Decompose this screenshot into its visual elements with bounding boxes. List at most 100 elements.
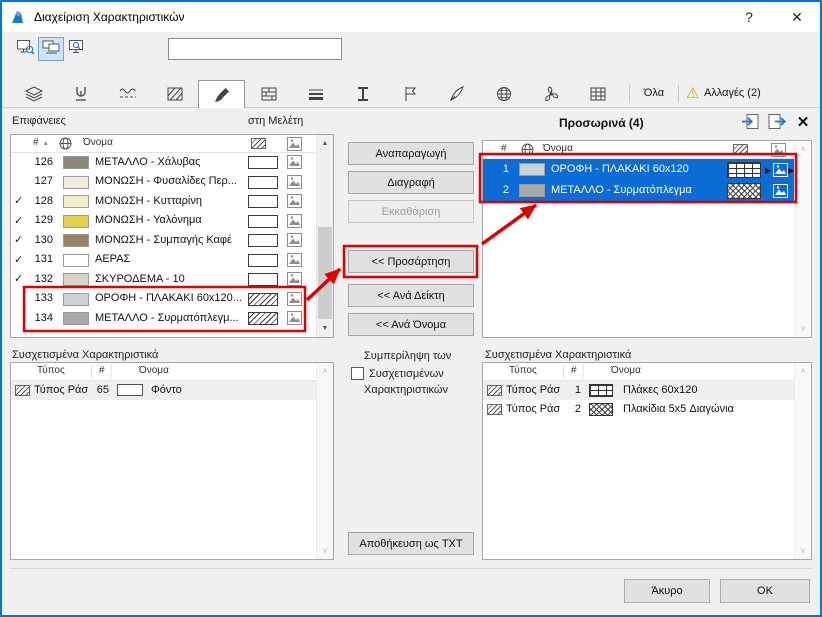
title-bar[interactable]: Διαχείριση Χαρακτηριστικών ? ✕: [2, 2, 820, 32]
column-type[interactable]: Τύπος: [509, 365, 537, 376]
associated-attribute-row[interactable]: Τύπος Ράσ 1 Πλάκες 60x120: [483, 381, 794, 400]
fill-pattern-preview: [589, 383, 613, 397]
duplicate-button[interactable]: Αναπαραγωγή: [348, 142, 474, 165]
temp-index: 2: [502, 184, 509, 196]
surface-fill-preview: [248, 253, 278, 267]
scrollbar-thumb[interactable]: [318, 227, 332, 319]
fill-pattern-preview: [727, 182, 761, 199]
tab-cities[interactable]: [480, 80, 527, 107]
temp-color-swatch: [519, 184, 545, 197]
column-index[interactable]: #: [501, 143, 507, 154]
column-divider: [111, 365, 112, 379]
preview-view-button[interactable]: [64, 37, 90, 61]
surface-row[interactable]: ✓ 130 ΜΟΝΩΣΗ - Συμπαγής Καφέ: [11, 231, 316, 251]
texture-icon: [287, 272, 302, 289]
footer-divider: [10, 568, 812, 569]
scroll-up-button[interactable]: ∧: [795, 364, 811, 378]
clear-list-button[interactable]: ✕: [792, 110, 814, 135]
import-file-icon: [741, 113, 760, 133]
fill-pattern-preview: [589, 402, 613, 416]
tab-fills[interactable]: [151, 80, 198, 107]
surface-row[interactable]: 127 ΜΟΝΩΣΗ - Φυσαλίδες Περ...: [11, 173, 316, 193]
column-index[interactable]: #: [99, 365, 105, 376]
surface-name: ΜΟΝΩΣΗ - Φυσαλίδες Περ...: [95, 175, 237, 187]
column-name[interactable]: Όνομα: [83, 137, 113, 148]
surface-row[interactable]: ✓ 129 ΜΟΝΩΣΗ - Υαλόνημα: [11, 212, 316, 232]
tab-operation-profiles[interactable]: [527, 80, 574, 107]
column-divider: [563, 365, 564, 379]
tab-linetypes[interactable]: [104, 80, 151, 107]
tab-separator: [678, 85, 679, 103]
dual-view-button[interactable]: [38, 37, 64, 61]
ok-button[interactable]: OK: [720, 579, 810, 603]
surface-row[interactable]: ✓ 131 ΑΕΡΑΣ: [11, 251, 316, 271]
associated-attribute-row[interactable]: Τύπος Ράσ 2 Πλακίδια 5x5 Διαγώνια: [483, 400, 794, 419]
temp-list-body: 1 ΟΡΟΦΗ - ΠΛΑΚΑΚΙ 60x120 ▶ ▶ 2 ΜΕΤΑΛΛΟ - Συρμ…: [483, 159, 794, 337]
column-name[interactable]: Όνομα: [543, 143, 573, 154]
attribute-name: Πλακίδια 5x5 Διαγώνια: [623, 402, 734, 415]
surface-color-swatch: [63, 312, 89, 325]
tab-layers[interactable]: [10, 80, 57, 107]
scroll-up-button[interactable]: ∧: [317, 364, 333, 378]
tab-changes[interactable]: Αλλαγές (2): [704, 80, 770, 107]
screen-search-icon: [68, 39, 87, 60]
surface-name: ΑΕΡΑΣ: [95, 253, 131, 265]
save-list-button[interactable]: [764, 110, 789, 135]
scroll-down-button[interactable]: ∨: [795, 322, 811, 336]
help-button[interactable]: ?: [732, 2, 766, 32]
column-index[interactable]: #: [571, 365, 577, 376]
export-file-icon: [767, 113, 787, 133]
temporary-row[interactable]: 1 ΟΡΟΦΗ - ΠΛΑΚΑΚΙ 60x120 ▶ ▶: [483, 159, 794, 180]
tab-composites[interactable]: [245, 80, 292, 107]
surface-name: ΜΕΤΑΛΛΟ - Συρματόπλεγμ...: [95, 311, 239, 324]
paintbrush-icon: [214, 87, 230, 103]
attribute-manager-dialog: Διαχείριση Χαρακτηριστικών ? ✕ Όλα ⚠ Αλλ…: [0, 0, 822, 617]
scroll-down-button[interactable]: ▼: [317, 320, 333, 337]
tab-surfaces[interactable]: [198, 80, 245, 108]
app-icon: [10, 9, 26, 25]
surface-name: ΜΟΝΩΣΗ - Κυτταρίνη: [95, 194, 202, 207]
temporary-row[interactable]: 2 ΜΕΤΑΛΛΟ - Συρματόπλεγμα: [483, 180, 794, 201]
tab-mep[interactable]: [574, 80, 621, 107]
surface-name: ΟΡΟΦΗ - ΠΛΑΚΑΚΙ 60x120...: [95, 292, 242, 304]
single-view-button[interactable]: [12, 37, 38, 61]
column-name[interactable]: Όνομα: [139, 365, 169, 376]
include-associated-checkbox[interactable]: [351, 367, 364, 380]
scroll-down-button[interactable]: ∨: [317, 544, 333, 558]
tab-pens[interactable]: [57, 80, 104, 107]
color-swatch: [117, 384, 143, 396]
column-index[interactable]: #: [33, 137, 39, 148]
surface-row[interactable]: 134 ΜΕΤΑΛΛΟ - Συρματόπλεγμ...: [11, 309, 316, 329]
surface-row[interactable]: 133 ΟΡΟΦΗ - ΠΛΑΚΑΚΙ 60x120...: [11, 290, 316, 310]
column-type[interactable]: Τύπος: [37, 365, 65, 376]
column-name[interactable]: Όνομα: [611, 365, 641, 376]
by-index-button[interactable]: << Ανά Δείκτη: [348, 284, 474, 307]
surface-index: 131: [34, 253, 53, 265]
temporary-list-header: # Όνομα: [483, 141, 794, 159]
tab-all[interactable]: Όλα: [632, 80, 676, 107]
delete-button[interactable]: Διαγραφή: [348, 171, 474, 194]
surface-row[interactable]: ✓ 128 ΜΟΝΩΣΗ - Κυτταρίνη: [11, 192, 316, 212]
open-list-button[interactable]: [738, 110, 763, 135]
tab-zones[interactable]: [386, 80, 433, 107]
associated-attribute-row[interactable]: Τύπος Ράσ 65 Φόντο: [11, 381, 316, 400]
surface-fill-preview: [248, 175, 278, 189]
scroll-down-button[interactable]: ∨: [795, 544, 811, 558]
close-button[interactable]: ✕: [780, 2, 814, 32]
surface-row[interactable]: 126 ΜΕΤΑΛΛΟ - Χάλυβας: [11, 153, 316, 173]
scroll-up-button[interactable]: ∧: [795, 142, 811, 156]
filter-input[interactable]: [168, 38, 342, 60]
tab-markup[interactable]: [433, 80, 480, 107]
scroll-up-button[interactable]: ▲: [317, 135, 333, 152]
surface-index: 130: [34, 233, 53, 246]
save-txt-button[interactable]: Αποθήκευση ως TXT: [348, 532, 474, 555]
by-name-button[interactable]: << Ανά Όνομα: [348, 313, 474, 336]
tab-lineweights[interactable]: [292, 80, 339, 107]
sort-arrow-icon: ▴: [44, 140, 48, 147]
screen-icon: [16, 39, 35, 60]
cancel-button[interactable]: Άκυρο: [624, 579, 710, 603]
surface-row[interactable]: ✓ 132 ΣΚΥΡΟΔΕΜΑ - 10: [11, 270, 316, 290]
tab-profiles[interactable]: [339, 80, 386, 107]
append-button[interactable]: << Προσάρτηση: [348, 250, 474, 273]
surface-name: ΜΕΤΑΛΛΟ - Χάλυβας: [95, 155, 201, 168]
